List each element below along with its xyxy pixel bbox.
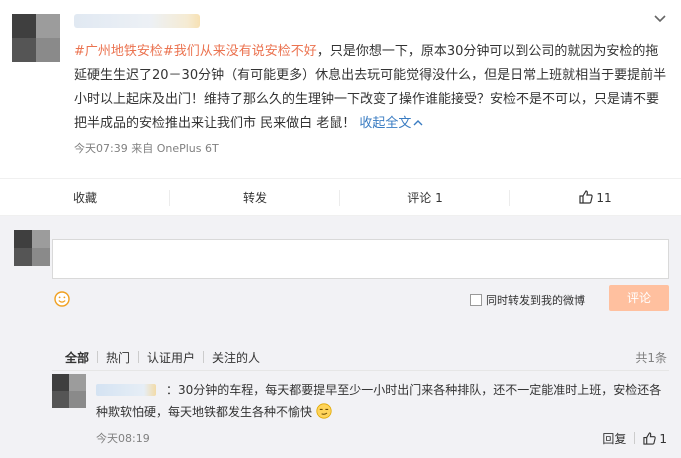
thumbs-up-icon	[579, 190, 594, 204]
comment-button[interactable]: 评论 1	[340, 179, 510, 217]
my-avatar	[14, 230, 50, 266]
divider	[97, 351, 99, 363]
chevron-up-icon	[413, 120, 423, 126]
repost-button[interactable]: 转发	[170, 179, 340, 217]
comment-filters: 全部 热门 认证用户 关注的人	[65, 349, 266, 366]
favorite-button[interactable]: 收藏	[0, 179, 170, 217]
divider	[52, 370, 669, 371]
smirk-emoji-icon	[316, 403, 332, 419]
repost-checkbox-group[interactable]: 同时转发到我的微博	[470, 292, 585, 308]
post-action-bar: 收藏 转发 评论 1 11	[0, 178, 681, 216]
comment-body: ：30分钟的车程，每天都要提早至少一小时出门来各种排队，还不一定能准时上班，安检…	[96, 383, 662, 419]
reply-button[interactable]: 回复	[602, 432, 626, 446]
weibo-post: #广州地铁安检#我们从来没有说安检不好，只是你想一下，原本30分钟可以到公司的就…	[0, 0, 681, 178]
collapse-link[interactable]: 收起全文	[359, 116, 423, 131]
comment-input[interactable]	[52, 239, 669, 279]
comment-actions: 回复 1	[602, 430, 667, 447]
filter-all[interactable]: 全部	[65, 349, 89, 366]
author-name-blurred[interactable]	[74, 14, 200, 28]
divider	[634, 432, 636, 444]
chevron-down-icon[interactable]	[653, 12, 667, 26]
commenter-avatar[interactable]	[52, 374, 86, 408]
thumbs-up-icon	[643, 432, 657, 445]
submit-comment-button[interactable]: 评论	[609, 285, 669, 311]
emoji-icon[interactable]	[54, 291, 70, 307]
filter-hot[interactable]: 热门	[106, 349, 130, 366]
divider	[203, 351, 205, 363]
comment-like-count: 1	[659, 432, 667, 446]
comment-time: 今天08:19	[96, 432, 150, 445]
like-button[interactable]: 11	[510, 179, 681, 217]
comment-text: ：30分钟的车程，每天都要提早至少一小时出门来各种排队，还不一定能准时上班，安检…	[96, 379, 669, 423]
filter-following[interactable]: 关注的人	[212, 349, 260, 366]
comment-count: 共1条	[635, 351, 667, 365]
comment-like-button[interactable]: 1	[643, 432, 667, 446]
post-text: #广州地铁安检#我们从来没有说安检不好，只是你想一下，原本30分钟可以到公司的就…	[74, 40, 670, 136]
divider	[138, 351, 140, 363]
like-count: 11	[596, 191, 612, 205]
post-link[interactable]: 我们从来没有说安检不好	[174, 44, 317, 59]
author-avatar[interactable]	[12, 14, 60, 62]
filter-verified[interactable]: 认证用户	[147, 349, 195, 366]
topic-tag[interactable]: #广州地铁安检#	[74, 44, 174, 59]
post-meta: 今天07:39 来自 OnePlus 6T	[74, 142, 219, 155]
repost-label: 同时转发到我的微博	[486, 294, 585, 307]
repost-checkbox[interactable]	[470, 294, 482, 306]
